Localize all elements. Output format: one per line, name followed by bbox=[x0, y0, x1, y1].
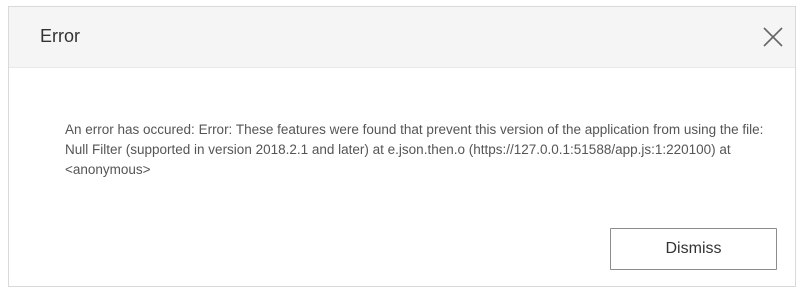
error-message: An error has occured: Error: These featu… bbox=[65, 122, 764, 177]
error-dialog: Error An error has occured: Error: These… bbox=[8, 6, 796, 287]
dialog-title: Error bbox=[40, 26, 80, 46]
dismiss-button[interactable]: Dismiss bbox=[610, 228, 777, 270]
close-button[interactable] bbox=[759, 23, 787, 51]
dialog-header: Error bbox=[9, 7, 795, 68]
close-icon bbox=[763, 27, 783, 47]
